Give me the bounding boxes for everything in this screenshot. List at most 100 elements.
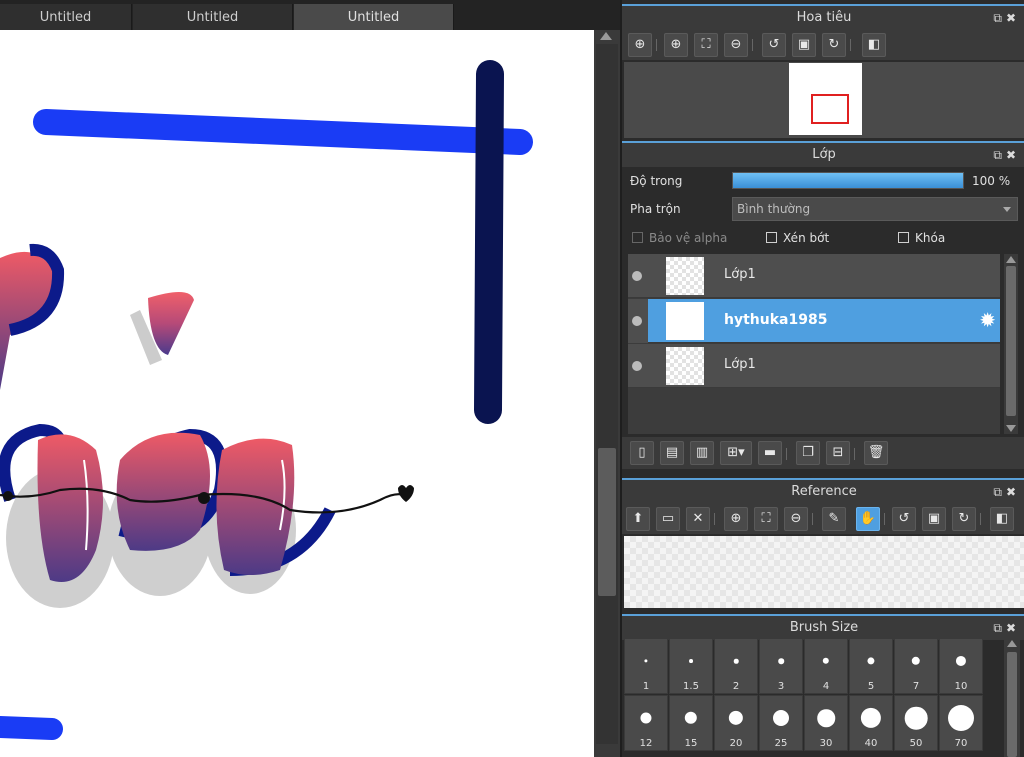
rotate-right-icon[interactable]: ↻ [952, 507, 976, 531]
brush-size-dot [867, 657, 875, 665]
new-halftone-layer-icon[interactable]: ▥ [690, 441, 714, 465]
brush-size-option[interactable]: 15 [669, 695, 713, 751]
open-folder-icon[interactable]: ▭ [656, 507, 680, 531]
new-raster-layer-icon[interactable]: ▤ [660, 441, 684, 465]
eyedropper-icon[interactable]: ✎ [822, 507, 846, 531]
protect-alpha-checkbox[interactable]: Bảo vệ alpha [632, 231, 727, 245]
navigator-window-controls[interactable]: ⧉✖ [993, 6, 1020, 30]
brush-size-option[interactable]: 12 [624, 695, 668, 751]
brush-size-option[interactable]: 4 [804, 638, 848, 694]
layer-thumbnail [666, 302, 704, 340]
scroll-up-icon[interactable] [600, 32, 612, 40]
brush-size-option[interactable]: 40 [849, 695, 893, 751]
layer-row[interactable]: Lớp1 [628, 344, 1000, 388]
brush-size-window-controls[interactable]: ⧉✖ [993, 616, 1020, 640]
brush-size-option[interactable]: 1.5 [669, 638, 713, 694]
brush-size-dot [911, 656, 921, 666]
scroll-thumb[interactable] [1006, 266, 1016, 416]
visibility-icon[interactable] [632, 316, 642, 326]
document-tab-3[interactable]: Untitled [294, 4, 454, 30]
zoom-actual-icon[interactable]: ⊕ [628, 33, 652, 57]
brush-size-option[interactable]: 30 [804, 695, 848, 751]
brush-size-option[interactable]: 7 [894, 638, 938, 694]
gear-icon[interactable]: ✹ [979, 309, 996, 331]
opacity-value: 100 % [972, 174, 1011, 188]
scroll-thumb[interactable] [1007, 652, 1017, 757]
zoom-out-icon[interactable]: ⊖ [724, 33, 748, 57]
brush-size-option[interactable]: 3 [759, 638, 803, 694]
add-layer-menu-icon[interactable]: ⊞▾ [720, 441, 752, 465]
flip-horizontal-icon[interactable]: ◧ [862, 33, 886, 57]
layer-window-controls[interactable]: ⧉✖ [993, 143, 1020, 167]
navigator-toolbar: ⊕ ⊕ ⛶ ⊖ ↺ ▣ ↻ ◧ [622, 30, 1024, 60]
brush-size-label: 15 [684, 738, 698, 749]
navigator-view-frame[interactable] [811, 94, 849, 124]
brush-size-label: 40 [864, 738, 878, 749]
zoom-in-icon[interactable]: ⊕ [664, 33, 688, 57]
brush-size-option[interactable]: 70 [939, 695, 983, 751]
brush-size-option[interactable]: 25 [759, 695, 803, 751]
canvas-vertical-scrollbar[interactable] [594, 30, 620, 757]
brush-size-label: 30 [819, 738, 833, 749]
zoom-in-icon[interactable]: ⊕ [724, 507, 748, 531]
brush-size-dot [948, 705, 974, 731]
layer-row-selected[interactable]: hythuka1985 ✹ [628, 299, 1000, 343]
hand-icon[interactable]: ✋ [856, 507, 880, 531]
reset-view-icon[interactable]: ▣ [922, 507, 946, 531]
close-icon[interactable]: ✕ [686, 507, 710, 531]
visibility-icon[interactable] [632, 361, 642, 371]
brush-size-dot [728, 710, 744, 726]
lock-checkbox[interactable]: Khóa [898, 231, 945, 245]
scroll-thumb[interactable] [598, 448, 616, 596]
reference-title: Reference ⧉✖ [622, 478, 1024, 504]
scroll-down-icon[interactable] [1006, 425, 1016, 432]
brush-size-dot [640, 712, 652, 724]
layer-list: Lớp1 hythuka1985 ✹ Lớp1 [628, 254, 1000, 434]
visibility-icon[interactable] [632, 271, 642, 281]
opacity-slider[interactable] [732, 172, 964, 189]
drawing-canvas[interactable] [0, 30, 594, 757]
upload-icon[interactable]: ⬆ [626, 507, 650, 531]
navigator-preview[interactable] [624, 62, 1024, 138]
brush-size-dot [817, 709, 835, 727]
reference-toolbar: ⬆ ▭ ✕ ⊕ ⛶ ⊖ ✎ ✋ ↺ ▣ ↻ ◧ [622, 504, 1024, 534]
reset-view-icon[interactable]: ▣ [792, 33, 816, 57]
rotate-left-icon[interactable]: ↺ [762, 33, 786, 57]
fit-screen-icon[interactable]: ⛶ [754, 507, 778, 531]
brush-size-scrollbar[interactable] [1004, 638, 1020, 757]
scroll-track [596, 44, 618, 744]
brush-size-option[interactable]: 5 [849, 638, 893, 694]
folder-icon[interactable]: ▬ [758, 441, 782, 465]
fit-screen-icon[interactable]: ⛶ [694, 33, 718, 57]
layer-thumbnail [666, 347, 704, 385]
rotate-right-icon[interactable]: ↻ [822, 33, 846, 57]
reference-preview[interactable] [624, 536, 1024, 608]
reference-window-controls[interactable]: ⧉✖ [993, 480, 1020, 504]
brush-size-option[interactable]: 20 [714, 695, 758, 751]
brush-size-dot [778, 658, 784, 664]
duplicate-layer-icon[interactable]: ❐ [796, 441, 820, 465]
brush-size-dot [684, 711, 698, 725]
brush-size-label: 2 [732, 681, 740, 692]
clipping-checkbox[interactable]: Xén bớt [766, 231, 829, 245]
brush-size-option[interactable]: 2 [714, 638, 758, 694]
brush-size-option[interactable]: 1 [624, 638, 668, 694]
layer-row[interactable]: Lớp1 [628, 254, 1000, 298]
document-tab-2[interactable]: Untitled [133, 4, 293, 30]
brush-size-option[interactable]: 10 [939, 638, 983, 694]
brush-size-option[interactable]: 50 [894, 695, 938, 751]
merge-down-icon[interactable]: ⊟ [826, 441, 850, 465]
trash-icon[interactable]: 🗑 [864, 441, 888, 465]
rotate-left-icon[interactable]: ↺ [892, 507, 916, 531]
document-tab-1[interactable]: Untitled [0, 4, 132, 30]
scroll-up-icon[interactable] [1007, 640, 1017, 647]
new-layer-icon[interactable]: ▯ [630, 441, 654, 465]
flip-horizontal-icon[interactable]: ◧ [990, 507, 1014, 531]
scroll-up-icon[interactable] [1006, 256, 1016, 263]
zoom-out-icon[interactable]: ⊖ [784, 507, 808, 531]
brush-size-label: 1.5 [683, 681, 699, 692]
blend-mode-select[interactable]: Bình thường [732, 197, 1018, 221]
brush-size-label: 70 [954, 738, 968, 749]
layer-list-scrollbar[interactable] [1004, 254, 1018, 434]
opacity-fill [733, 173, 963, 188]
